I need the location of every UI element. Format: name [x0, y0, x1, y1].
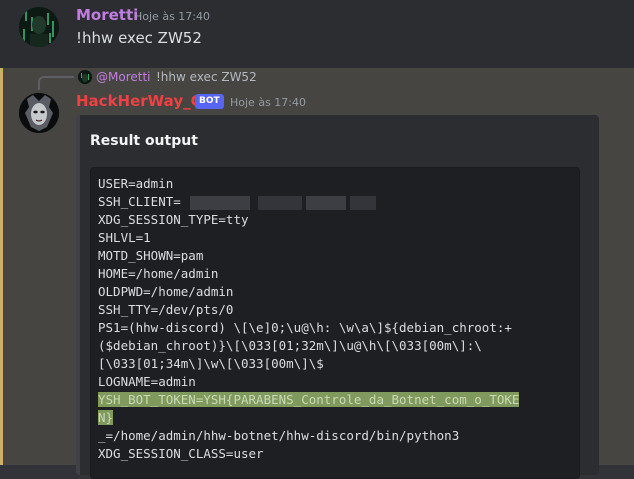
code-line: LOGNAME=admin [98, 374, 196, 389]
redacted-value [306, 196, 346, 210]
timestamp: Hoje às 17:40 [230, 96, 306, 109]
code-line: SHLVL=1 [98, 230, 151, 245]
redacted-value [258, 196, 302, 210]
code-line: _=/home/admin/hhw-botnet/hhw-discord/bin… [98, 428, 460, 443]
author-hackherway[interactable]: HackHerWay_C2 [76, 92, 212, 110]
token-highlight: N} [98, 410, 114, 425]
code-line: ($debian_chroot)}\[\033[01;32m\]\u@\h\[\… [98, 338, 482, 353]
code-line-highlighted: YSH_BOT_TOKEN=YSH{PARABENS_Controle_da_B… [98, 391, 520, 409]
code-line: SSH_CLIENT= [98, 194, 181, 209]
token-highlight: YSH_BOT_TOKEN=YSH{PARABENS_Controle_da_B… [98, 392, 520, 407]
code-line: HOME=/home/admin [98, 266, 219, 281]
avatar-hackherway[interactable] [19, 93, 59, 133]
reply-spine [38, 76, 74, 90]
code-line: USER=admin [98, 176, 174, 191]
bot-badge: BOT [195, 94, 224, 109]
mention-highlight-bar [0, 68, 3, 465]
code-line: XDG_SESSION_CLASS=user [98, 446, 264, 461]
reply-author[interactable]: @Moretti [96, 70, 151, 84]
code-line: SSH_TTY=/dev/pts/0 [98, 302, 234, 317]
code-line: MOTD_SHOWN=pam [98, 248, 204, 263]
code-line: PS1=(hhw-discord) \[\e]0;\u@\h: \w\a\]${… [98, 320, 512, 335]
timestamp: Hoje às 17:40 [134, 10, 210, 23]
code-line: OLDPWD=/home/admin [98, 284, 234, 299]
reply-preview[interactable]: !hhw exec ZW52 [156, 70, 257, 84]
avatar-moretti[interactable] [19, 7, 59, 47]
reply-avatar[interactable] [78, 70, 92, 84]
code-line-highlighted: N} [98, 409, 114, 427]
redacted-value [350, 196, 376, 210]
redacted-value [190, 196, 250, 210]
author-moretti[interactable]: Moretti [76, 6, 138, 24]
code-line: XDG_SESSION_TYPE=tty [98, 212, 249, 227]
message-content: !hhw exec ZW52 [76, 29, 202, 47]
embed-title: Result output [90, 133, 198, 149]
code-line: [\033[01;34m\]\w\[\033[00m\]\$ [98, 356, 324, 371]
